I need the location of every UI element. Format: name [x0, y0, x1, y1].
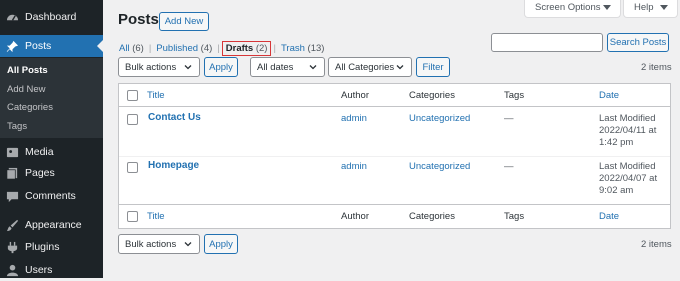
- submenu-all-posts[interactable]: All Posts: [7, 65, 48, 76]
- post-author-link[interactable]: admin: [341, 161, 367, 173]
- plugin-icon: [5, 240, 19, 254]
- page-title: Posts: [118, 11, 159, 28]
- row-checkbox[interactable]: [127, 114, 138, 125]
- post-title-link[interactable]: Homepage: [148, 160, 199, 172]
- column-tags-footer: Tags: [504, 211, 525, 222]
- submenu-add-new[interactable]: Add New: [7, 84, 46, 95]
- sidebar-item-pages[interactable]: Pages: [0, 162, 103, 184]
- chevron-down-icon: [309, 65, 317, 70]
- items-count: 2 items: [641, 62, 672, 73]
- sidebar-item-appearance[interactable]: Appearance: [0, 214, 103, 236]
- screen-options-label: Screen Options: [535, 2, 601, 13]
- column-title-header[interactable]: Title: [147, 90, 165, 101]
- column-categories-footer: Categories: [409, 211, 455, 222]
- column-date-header[interactable]: Date: [599, 90, 619, 101]
- search-input[interactable]: [491, 33, 603, 52]
- view-separator: |: [217, 43, 220, 54]
- sidebar-item-label: Dashboard: [25, 11, 77, 23]
- post-status: Last Modified: [599, 113, 656, 124]
- post-date: 2022/04/07 at: [599, 173, 658, 184]
- main-content: Screen Options Help Posts Add New All (6…: [103, 0, 680, 278]
- filter-button[interactable]: Filter: [416, 57, 450, 77]
- posts-table: Title Author Categories Tags Date Contac…: [118, 83, 671, 229]
- view-trash-link[interactable]: Trash (13): [281, 43, 324, 54]
- sidebar-item-label: Pages: [25, 167, 55, 179]
- sidebar-item-label: Plugins: [25, 241, 60, 253]
- post-date: 2022/04/11 at: [599, 125, 657, 136]
- help-label: Help: [634, 2, 654, 13]
- view-all-link[interactable]: All (6): [119, 43, 144, 54]
- post-status-filter: All (6) | Published (4) | Drafts (2) | T…: [119, 41, 324, 56]
- select-all-checkbox-footer[interactable]: [127, 211, 138, 222]
- comments-icon: [5, 189, 19, 203]
- add-new-button[interactable]: Add New: [159, 12, 209, 31]
- bulk-actions-select[interactable]: Bulk actions: [118, 57, 200, 77]
- sidebar-item-comments[interactable]: Comments: [0, 185, 103, 207]
- sidebar-item-media[interactable]: Media: [0, 141, 103, 163]
- post-title-link[interactable]: Contact Us: [148, 112, 201, 124]
- apply-button[interactable]: Apply: [204, 57, 238, 77]
- screen-options-button[interactable]: Screen Options: [524, 0, 621, 18]
- dashboard-icon: [5, 10, 19, 24]
- post-tags: —: [504, 161, 514, 172]
- column-author-footer: Author: [341, 211, 369, 222]
- media-icon: [5, 145, 19, 159]
- post-time: 9:02 am: [599, 185, 634, 196]
- column-categories-header: Categories: [409, 90, 455, 101]
- bulk-actions-select-bottom[interactable]: Bulk actions: [118, 234, 200, 254]
- column-author-header: Author: [341, 90, 369, 101]
- paintbrush-icon: [5, 218, 19, 232]
- submenu-tags[interactable]: Tags: [7, 121, 27, 132]
- bulk-actions-label: Bulk actions: [125, 61, 177, 73]
- view-drafts-link[interactable]: Drafts (2): [221, 41, 272, 56]
- chevron-down-icon: [184, 65, 192, 70]
- items-count-bottom: 2 items: [641, 239, 672, 250]
- search-posts-button[interactable]: Search Posts: [607, 33, 669, 52]
- admin-sidebar: Dashboard Posts All Posts Add New Catego…: [0, 0, 103, 278]
- sidebar-item-label: Media: [25, 146, 54, 158]
- date-filter-label: All dates: [257, 61, 294, 73]
- submenu-categories[interactable]: Categories: [7, 102, 53, 113]
- posts-submenu: All Posts Add New Categories Tags: [0, 58, 103, 138]
- view-published-link[interactable]: Published (4): [156, 43, 212, 54]
- chevron-down-icon: [184, 242, 192, 247]
- select-all-checkbox[interactable]: [127, 90, 138, 101]
- pin-icon: [5, 39, 19, 53]
- view-separator: |: [273, 43, 276, 54]
- bulk-actions-label: Bulk actions: [125, 238, 177, 250]
- footer-divider: [119, 204, 670, 205]
- post-status: Last Modified: [599, 161, 656, 172]
- apply-button-bottom[interactable]: Apply: [204, 234, 238, 254]
- view-separator: |: [148, 43, 152, 54]
- post-category-link[interactable]: Uncategorized: [409, 161, 470, 173]
- sidebar-item-posts[interactable]: Posts: [0, 35, 103, 57]
- category-filter-label: All Categories: [335, 61, 395, 73]
- users-icon: [5, 263, 19, 277]
- post-category-link[interactable]: Uncategorized: [409, 113, 470, 125]
- pages-icon: [5, 166, 19, 180]
- header-divider: [119, 106, 670, 107]
- post-time: 1:42 pm: [599, 137, 634, 148]
- column-title-footer[interactable]: Title: [147, 211, 165, 222]
- sidebar-item-label: Posts: [25, 40, 52, 52]
- caret-down-icon: [603, 5, 611, 10]
- date-filter-select[interactable]: All dates: [250, 57, 325, 77]
- sidebar-item-label: Users: [25, 264, 53, 276]
- category-filter-select[interactable]: All Categories: [328, 57, 412, 77]
- sidebar-item-label: Appearance: [25, 219, 82, 231]
- post-tags: —: [504, 113, 514, 124]
- column-tags-header: Tags: [504, 90, 525, 101]
- chevron-down-icon: [396, 65, 404, 70]
- column-date-footer[interactable]: Date: [599, 211, 619, 222]
- caret-down-icon: [660, 5, 668, 10]
- row-checkbox[interactable]: [127, 162, 138, 173]
- help-button[interactable]: Help: [623, 0, 678, 18]
- row-divider: [119, 156, 670, 157]
- sidebar-item-label: Comments: [25, 190, 76, 202]
- post-author-link[interactable]: admin: [341, 113, 367, 125]
- sidebar-item-plugins[interactable]: Plugins: [0, 236, 103, 258]
- sidebar-item-dashboard[interactable]: Dashboard: [0, 6, 103, 28]
